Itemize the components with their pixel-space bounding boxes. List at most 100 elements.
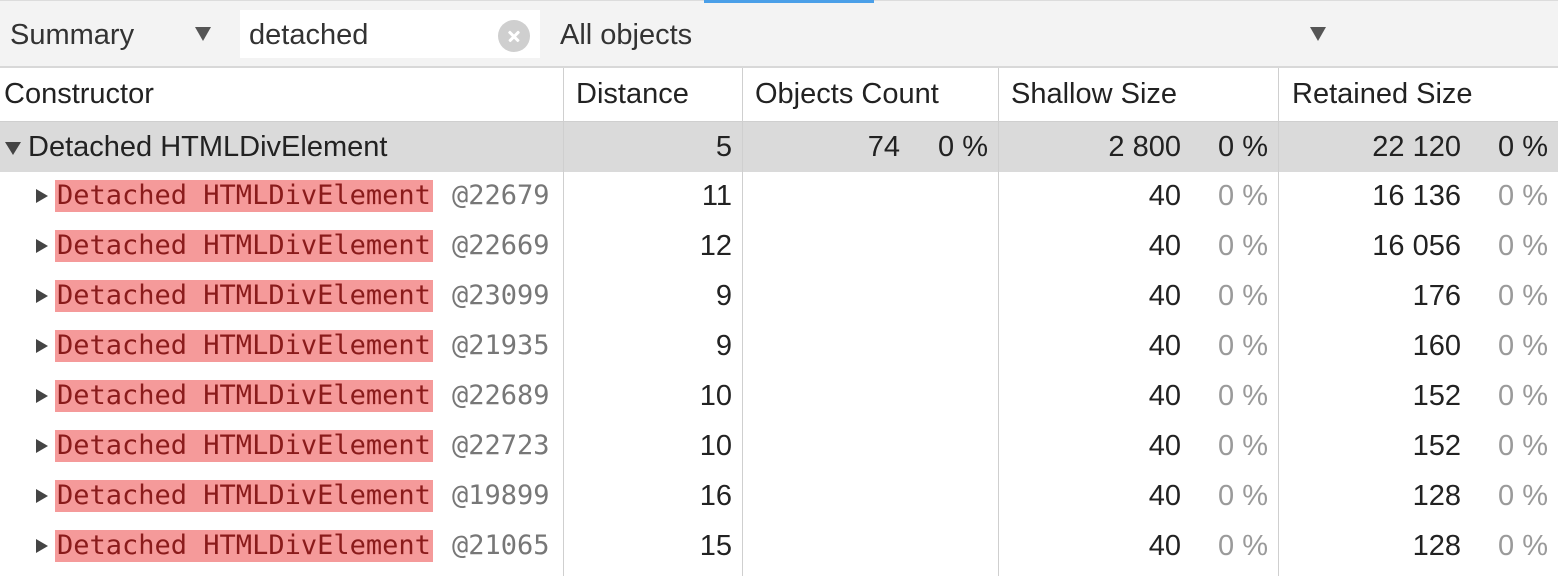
node-distance: 15 [699, 530, 732, 562]
table-row[interactable]: Detached HTMLDivElement @19899 16 40 0 %… [0, 471, 1558, 521]
node-retained-size-percent: 0 % [1498, 480, 1548, 512]
node-retained-size: 152 [1412, 430, 1461, 462]
node-retained-size-percent: 0 % [1498, 230, 1548, 262]
table-row[interactable]: Detached HTMLDivElement @22723 10 40 0 %… [0, 421, 1558, 471]
group-objects-count-percent: 0 % [938, 131, 988, 163]
node-distance: 9 [715, 280, 732, 312]
table-row[interactable]: Detached HTMLDivElement @22679 11 40 0 %… [0, 171, 1558, 221]
node-name: Detached HTMLDivElement [55, 480, 433, 512]
node-shallow-size: 40 [1148, 330, 1181, 362]
node-retained-size: 160 [1412, 330, 1461, 362]
node-id: @21065 [452, 530, 550, 561]
node-distance: 16 [699, 480, 732, 512]
table-row[interactable]: Detached HTMLDivElement @22689 10 40 0 %… [0, 371, 1558, 421]
objects-select-chevron-down-icon[interactable] [1310, 27, 1326, 41]
collapsed-triangle-icon[interactable] [36, 539, 48, 553]
column-divider[interactable] [742, 68, 743, 576]
node-shallow-size: 40 [1148, 430, 1181, 462]
group-objects-count: 74 [867, 131, 900, 163]
node-shallow-size-percent: 0 % [1218, 330, 1268, 362]
node-shallow-size-percent: 0 % [1218, 280, 1268, 312]
table-row[interactable]: Detached HTMLDivElement @21935 9 40 0 % … [0, 321, 1558, 371]
view-select[interactable]: Summary [10, 16, 134, 54]
table-row[interactable]: Detached HTMLDivElement @23099 9 40 0 % … [0, 271, 1558, 321]
node-id: @22679 [452, 180, 550, 211]
group-shallow-size: 2 800 [1108, 131, 1181, 163]
toolbar: Summary detached All objects [0, 0, 1558, 68]
clear-filter-icon[interactable] [498, 20, 530, 52]
node-retained-size: 128 [1412, 530, 1461, 562]
table-row[interactable]: Detached HTMLDivElement @21065 15 40 0 %… [0, 521, 1558, 571]
node-retained-size-percent: 0 % [1498, 430, 1548, 462]
node-retained-size-percent: 0 % [1498, 330, 1548, 362]
group-retained-size-percent: 0 % [1498, 131, 1548, 163]
collapsed-triangle-icon[interactable] [36, 389, 48, 403]
node-retained-size: 152 [1412, 380, 1461, 412]
table-header: Constructor Distance Objects Count Shall… [0, 68, 1558, 122]
node-distance: 9 [715, 330, 732, 362]
column-header-retained-size[interactable]: Retained Size [1288, 68, 1558, 121]
column-divider[interactable] [998, 68, 999, 576]
node-id: @19899 [452, 480, 550, 511]
node-id: @23099 [452, 280, 550, 311]
node-retained-size-percent: 0 % [1498, 280, 1548, 312]
view-select-chevron-down-icon[interactable] [195, 27, 211, 41]
column-header-constructor[interactable]: Constructor [0, 68, 563, 121]
group-shallow-size-percent: 0 % [1218, 131, 1268, 163]
column-header-shallow-size[interactable]: Shallow Size [1007, 68, 1277, 121]
node-distance: 12 [699, 230, 732, 262]
column-divider[interactable] [1278, 68, 1279, 576]
collapsed-triangle-icon[interactable] [36, 439, 48, 453]
node-name: Detached HTMLDivElement [55, 330, 433, 362]
node-shallow-size-percent: 0 % [1218, 230, 1268, 262]
node-shallow-size: 40 [1148, 380, 1181, 412]
node-id: @22669 [452, 230, 550, 261]
expanded-triangle-icon[interactable] [5, 142, 21, 155]
table-row-group[interactable]: Detached HTMLDivElement 5 74 0 % 2 800 0… [0, 122, 1558, 172]
node-shallow-size-percent: 0 % [1218, 430, 1268, 462]
node-id: @21935 [452, 330, 550, 361]
node-shallow-size: 40 [1148, 480, 1181, 512]
column-divider[interactable] [563, 68, 564, 576]
node-name: Detached HTMLDivElement [55, 380, 433, 412]
node-shallow-size-percent: 0 % [1218, 530, 1268, 562]
node-id: @22689 [452, 380, 550, 411]
table-row[interactable]: Detached HTMLDivElement @22669 12 40 0 %… [0, 221, 1558, 271]
collapsed-triangle-icon[interactable] [36, 489, 48, 503]
column-header-objects-count[interactable]: Objects Count [751, 68, 997, 121]
node-retained-size: 16 136 [1372, 180, 1461, 212]
column-header-distance[interactable]: Distance [572, 68, 742, 121]
node-shallow-size-percent: 0 % [1218, 180, 1268, 212]
objects-select[interactable]: All objects [560, 16, 692, 54]
node-shallow-size-percent: 0 % [1218, 480, 1268, 512]
collapsed-triangle-icon[interactable] [36, 339, 48, 353]
node-shallow-size: 40 [1148, 230, 1181, 262]
node-shallow-size-percent: 0 % [1218, 380, 1268, 412]
node-distance: 11 [701, 180, 732, 212]
node-shallow-size: 40 [1148, 280, 1181, 312]
node-name: Detached HTMLDivElement [55, 280, 433, 312]
collapsed-triangle-icon[interactable] [36, 189, 48, 203]
node-name: Detached HTMLDivElement [55, 230, 433, 262]
class-filter-value[interactable]: detached [249, 16, 368, 54]
node-distance: 10 [699, 380, 732, 412]
collapsed-triangle-icon[interactable] [36, 239, 48, 253]
collapsed-triangle-icon[interactable] [36, 289, 48, 303]
node-distance: 10 [699, 430, 732, 462]
node-shallow-size: 40 [1148, 530, 1181, 562]
node-retained-size-percent: 0 % [1498, 530, 1548, 562]
group-retained-size: 22 120 [1372, 131, 1461, 163]
node-retained-size-percent: 0 % [1498, 180, 1548, 212]
node-retained-size: 176 [1412, 280, 1461, 312]
group-constructor-name: Detached HTMLDivElement [28, 131, 388, 163]
node-retained-size-percent: 0 % [1498, 380, 1548, 412]
class-filter-input[interactable]: detached [240, 10, 540, 58]
group-distance: 5 [715, 131, 732, 163]
node-name: Detached HTMLDivElement [55, 180, 433, 212]
active-tab-indicator [704, 0, 874, 3]
node-name: Detached HTMLDivElement [55, 430, 433, 462]
node-shallow-size: 40 [1148, 180, 1181, 212]
node-retained-size: 128 [1412, 480, 1461, 512]
node-retained-size: 16 056 [1372, 230, 1461, 262]
node-id: @22723 [452, 430, 550, 461]
